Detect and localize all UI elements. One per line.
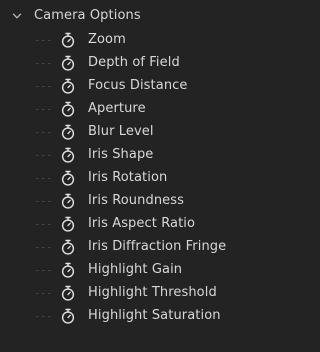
property-label: Iris Shape — [88, 147, 154, 162]
property-row[interactable]: Highlight Saturation — [0, 305, 262, 328]
tree-connector — [36, 155, 54, 156]
property-label: Highlight Saturation — [88, 308, 221, 323]
stopwatch-icon[interactable] — [61, 55, 75, 71]
stopwatch-icon[interactable] — [61, 170, 75, 186]
tree-connector — [36, 224, 54, 225]
property-label: Blur Level — [88, 124, 154, 139]
stopwatch-icon[interactable] — [61, 193, 75, 209]
stopwatch-icon[interactable] — [61, 147, 75, 163]
property-row[interactable]: Blur Level — [0, 121, 262, 144]
property-row[interactable]: Depth of Field — [0, 52, 262, 75]
group-label: Camera Options — [34, 8, 141, 23]
property-row[interactable]: Iris Shape — [0, 144, 262, 167]
tree-connector — [36, 247, 54, 248]
property-row[interactable]: Aperture — [0, 98, 262, 121]
tree-connector — [36, 316, 54, 317]
stopwatch-icon[interactable] — [61, 285, 75, 301]
property-row[interactable]: Highlight Gain — [0, 259, 262, 282]
camera-options-group[interactable]: Camera Options — [0, 6, 262, 29]
property-label: Highlight Threshold — [88, 285, 217, 300]
stopwatch-icon[interactable] — [61, 216, 75, 232]
tree-connector — [36, 86, 54, 87]
property-row[interactable]: Zoom — [0, 29, 262, 52]
property-label: Focus Distance — [88, 78, 188, 93]
stopwatch-icon[interactable] — [61, 124, 75, 140]
property-label: Iris Aspect Ratio — [88, 216, 196, 231]
camera-options-panel: Camera Options Zoom Depth of Field Focus… — [0, 0, 262, 352]
property-label: Iris Diffraction Fringe — [88, 239, 227, 254]
property-label: Zoom — [88, 32, 126, 47]
property-label: Aperture — [88, 101, 146, 116]
property-row[interactable]: Iris Roundness — [0, 190, 262, 213]
property-row[interactable]: Iris Rotation — [0, 167, 262, 190]
tree-connector — [36, 132, 54, 133]
stopwatch-icon[interactable] — [61, 78, 75, 94]
tree-connector — [36, 201, 54, 202]
tree-connector — [36, 293, 54, 294]
tree-connector — [36, 109, 54, 110]
property-row[interactable]: Iris Diffraction Fringe — [0, 236, 262, 259]
stopwatch-icon[interactable] — [61, 239, 75, 255]
property-label: Iris Rotation — [88, 170, 168, 185]
property-label: Iris Roundness — [88, 193, 185, 208]
tree-connector — [36, 178, 54, 179]
tree-connector — [36, 40, 54, 41]
property-label: Depth of Field — [88, 55, 180, 70]
tree-connector — [36, 270, 54, 271]
tree-connector — [36, 63, 54, 64]
property-row[interactable]: Focus Distance — [0, 75, 262, 98]
property-label: Highlight Gain — [88, 262, 183, 277]
stopwatch-icon[interactable] — [61, 101, 75, 117]
chevron-down-icon[interactable] — [12, 11, 22, 21]
property-row[interactable]: Iris Aspect Ratio — [0, 213, 262, 236]
stopwatch-icon[interactable] — [61, 32, 75, 48]
property-row[interactable]: Highlight Threshold — [0, 282, 262, 305]
stopwatch-icon[interactable] — [61, 262, 75, 278]
stopwatch-icon[interactable] — [61, 308, 75, 324]
